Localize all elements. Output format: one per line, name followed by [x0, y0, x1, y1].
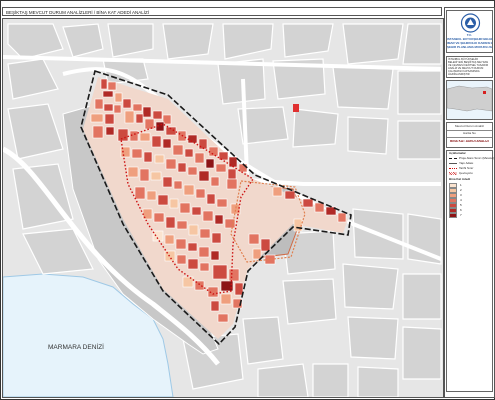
- floor-legend-label: 5: [460, 203, 462, 207]
- section-box: Mevcut Durum Analizi Harita No BİNA KAT …: [446, 122, 493, 148]
- floor-legend-item: 3: [449, 192, 462, 198]
- legend-block: Yapı Adası: [449, 161, 473, 165]
- section-title: Mevcut Durum Analizi: [454, 124, 484, 128]
- floor-legend-title: Bina Kat Adedi: [449, 177, 471, 181]
- floor-legend-label: 4: [460, 198, 462, 202]
- map-canvas[interactable]: MARMARA DENİZİ: [2, 18, 444, 398]
- sea-label: MARMARA DENİZİ: [48, 342, 104, 351]
- map-svg: MARMARA DENİZİ: [3, 19, 443, 397]
- floor-legend-label: 6: [460, 208, 462, 212]
- dotted-line-icon: [449, 167, 457, 169]
- color-swatch: [449, 212, 457, 218]
- info-panel: T.C. İSTANBUL BÜYÜKŞEHİR BELEDİYESİ İMAR…: [444, 7, 495, 398]
- project-description: İSTANBUL BÜYÜKŞEHİR BELEDİYESİ BEŞİKTAŞ …: [446, 56, 493, 78]
- floor-legend-item: 6: [449, 207, 462, 213]
- solid-line-icon: [449, 162, 457, 164]
- key-map: [446, 80, 493, 120]
- landmark-marker: [293, 104, 299, 112]
- floor-legend-item: 7: [449, 212, 462, 218]
- map-title: BEŞİKTAŞ MEVCUT DURUM ANALİZLERİ / BİNA …: [2, 7, 442, 16]
- key-map-svg: [446, 81, 493, 119]
- floor-legend-item: 4: [449, 197, 462, 203]
- floor-legend-item: 1: [449, 182, 462, 188]
- section-sub: Harita No: [463, 131, 476, 135]
- floor-legend-item: 5: [449, 202, 462, 208]
- logo-box: T.C. İSTANBUL BÜYÜKŞEHİR BELEDİYESİ İMAR…: [446, 10, 493, 53]
- ibb-logo-icon: [460, 13, 481, 33]
- legend-historic: Tarihi Sınır: [449, 166, 473, 170]
- legend-box: Açıklamalar Proje Alanı Sınırı (Mevcut) …: [446, 150, 494, 392]
- floor-legend-label: 1: [460, 183, 462, 187]
- legend-ring-road: Çevreyolu: [449, 171, 473, 175]
- dash-line-icon: [449, 157, 457, 159]
- org-line-4: ŞEHİR PLANLAMA MÜDÜRLÜĞÜ: [447, 46, 492, 49]
- legend-project-boundary: Proje Alanı Sınırı (Mevcut): [449, 156, 494, 160]
- section-name: BİNA KAT ADEDİ ANALİZİ: [450, 140, 489, 143]
- floor-legend-label: 2: [460, 188, 462, 192]
- floor-legend-item: 2: [449, 187, 462, 193]
- floor-legend-label: 7: [460, 213, 462, 217]
- floor-legend-label: 3: [460, 193, 462, 197]
- hatch-icon: [449, 171, 457, 175]
